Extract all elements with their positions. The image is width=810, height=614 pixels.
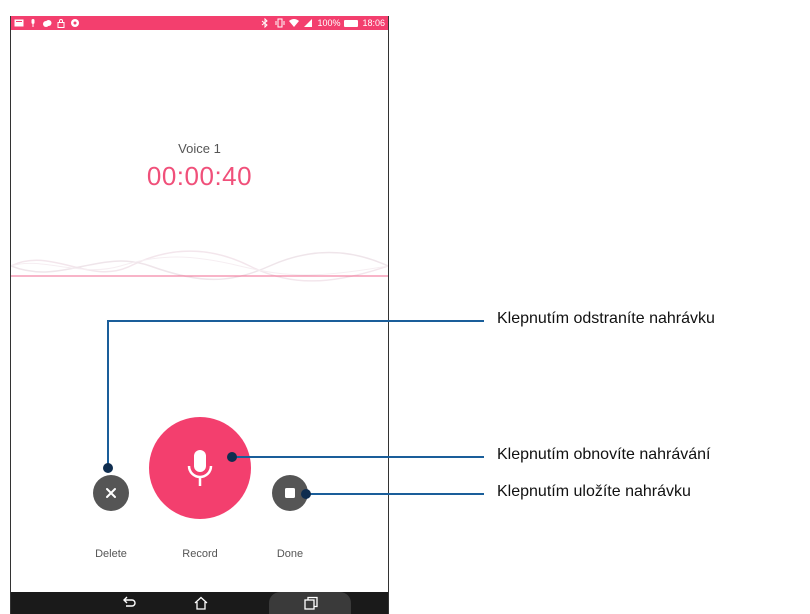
clock: 18:06 bbox=[362, 18, 385, 28]
battery-percent: 100% bbox=[317, 18, 341, 28]
delete-label: Delete bbox=[95, 548, 127, 560]
record-label: Record bbox=[182, 548, 218, 560]
microphone-icon bbox=[187, 450, 213, 486]
navigation-bar bbox=[11, 592, 388, 614]
waveform bbox=[11, 250, 388, 282]
signal-icon bbox=[303, 18, 313, 28]
home-icon[interactable] bbox=[193, 596, 209, 610]
callout-done: Klepnutím uložíte nahrávku bbox=[497, 483, 691, 500]
record-button[interactable] bbox=[149, 417, 251, 519]
delete-button[interactable] bbox=[93, 475, 129, 511]
chat-icon bbox=[70, 18, 80, 28]
phone-screen: 100% 18:06 Voice 1 00:00:40 Delete Recor… bbox=[10, 16, 389, 614]
battery-icon bbox=[344, 19, 359, 27]
cloud-icon bbox=[42, 18, 52, 28]
vibrate-icon bbox=[275, 18, 285, 28]
back-icon[interactable] bbox=[121, 596, 137, 610]
close-icon bbox=[106, 488, 116, 498]
callout-record: Klepnutím obnovíte nahrávání bbox=[497, 446, 711, 463]
recording-timer: 00:00:40 bbox=[146, 161, 253, 191]
wifi-icon bbox=[289, 18, 300, 28]
message-icon bbox=[14, 18, 24, 28]
stop-icon bbox=[285, 488, 295, 498]
microphone-icon bbox=[28, 18, 38, 28]
done-label: Done bbox=[276, 548, 304, 560]
bluetooth-icon bbox=[261, 18, 271, 28]
lock-icon bbox=[56, 18, 66, 28]
done-button[interactable] bbox=[272, 475, 308, 511]
status-bar: 100% 18:06 bbox=[11, 16, 388, 30]
callout-delete: Klepnutím odstraníte nahrávku bbox=[497, 310, 715, 327]
recording-title: Voice 1 bbox=[178, 141, 221, 156]
recent-apps-icon[interactable] bbox=[303, 596, 319, 610]
